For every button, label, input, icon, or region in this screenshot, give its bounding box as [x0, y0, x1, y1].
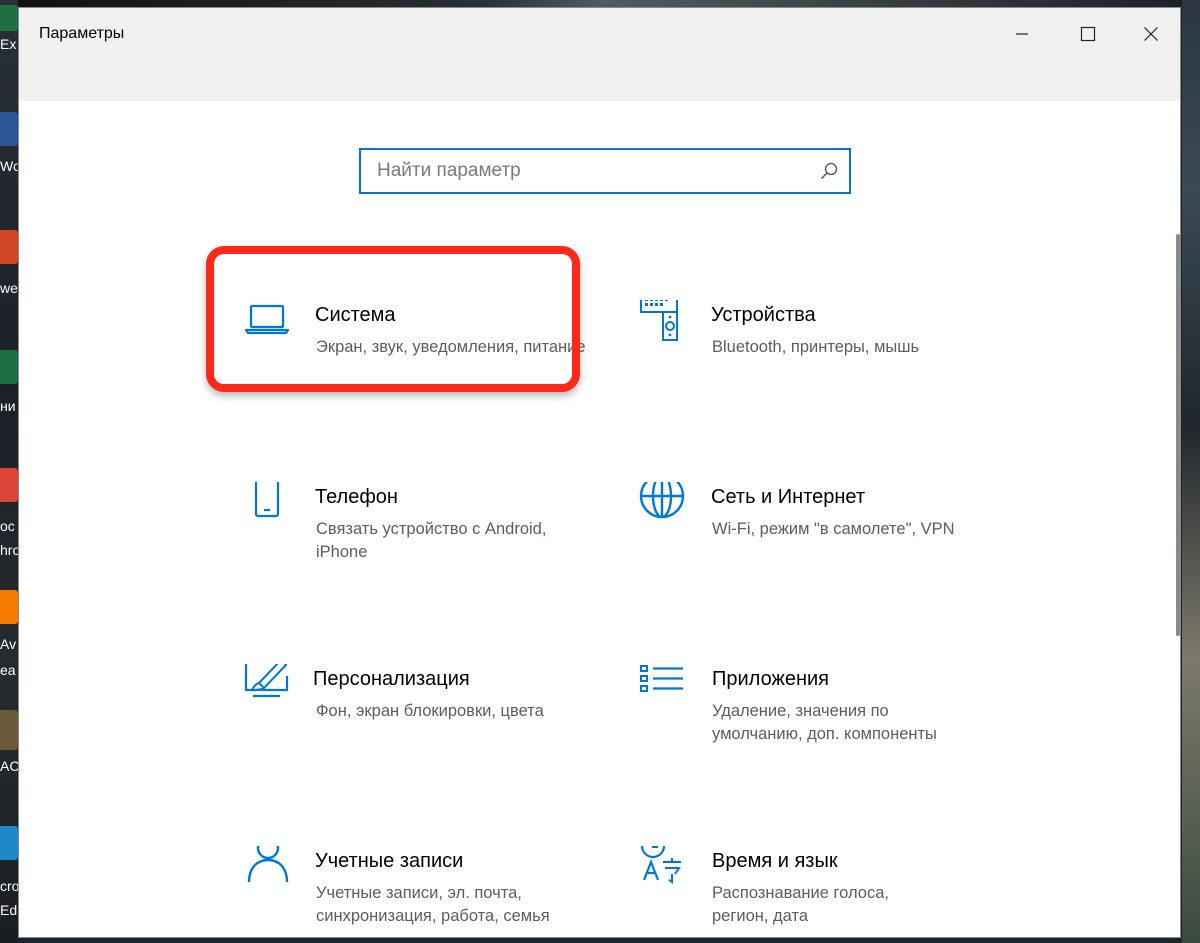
desktop-label: cro	[0, 878, 18, 894]
avast-shortcut-icon[interactable]	[0, 590, 18, 624]
personalization-icon	[244, 664, 289, 698]
window-title: Параметры	[39, 25, 125, 42]
desktop-label: Wo	[0, 158, 18, 174]
tile-title: Время и язык	[712, 850, 838, 872]
tile-title: Телефон	[315, 486, 398, 508]
maximize-icon	[1080, 26, 1096, 42]
user-icon	[247, 846, 289, 883]
tile-description: Фон, экран блокировки, цвета	[316, 702, 544, 720]
tile-apps[interactable]: Приложения Удаление, значения по умолчан…	[639, 664, 999, 774]
tile-description: Учетные записи, эл. почта, синхронизация…	[316, 884, 550, 925]
laptop-icon	[244, 304, 290, 335]
desktop-label: oc	[0, 518, 15, 534]
tile-description: Связать устройство с Android, iPhone	[316, 520, 547, 561]
chrome-shortcut-icon[interactable]	[0, 468, 18, 502]
tile-time-language[interactable]: Время и язык Распознавание голоса, регио…	[639, 846, 999, 943]
tile-title: Персонализация	[313, 668, 470, 690]
tile-description: Экран, звук, уведомления, питание	[316, 338, 586, 356]
excel-file-icon[interactable]	[0, 350, 18, 384]
close-button[interactable]	[1121, 8, 1181, 60]
powerpoint-shortcut-icon[interactable]	[0, 230, 18, 264]
time-language-icon	[640, 846, 681, 884]
desktop-label: ни	[0, 398, 16, 414]
desktop-label: Av	[0, 636, 17, 652]
tile-system[interactable]: Система Экран, звук, уведомления, питани…	[243, 300, 603, 410]
desktop-label: AC	[0, 758, 18, 774]
desktop-label: Ex	[0, 36, 17, 52]
desktop-icons-strip: Ex Wo we ни oc hro Av ea AC cro Ed	[0, 0, 18, 943]
scrollbar[interactable]	[1176, 234, 1180, 636]
apps-list-icon	[640, 665, 683, 692]
tile-title: Учетные записи	[315, 850, 464, 872]
excel-shortcut-icon[interactable]	[0, 5, 18, 31]
phone-icon	[254, 482, 280, 518]
maximize-button[interactable]	[1055, 8, 1121, 60]
tile-devices[interactable]: Устройства Bluetooth, принтеры, мышь	[639, 300, 999, 410]
tile-network[interactable]: Сеть и Интернет Wi-Fi, режим "в самолете…	[639, 482, 999, 592]
tile-title: Приложения	[712, 668, 830, 690]
desktop-label: Ed	[0, 902, 18, 918]
minimize-button[interactable]	[989, 8, 1055, 60]
tile-title: Устройства	[711, 304, 816, 326]
tile-description: Wi-Fi, режим "в самолете", VPN	[712, 520, 955, 538]
desktop-background-right	[1182, 0, 1200, 943]
tile-title: Система	[315, 304, 396, 326]
search-icon[interactable]	[819, 161, 839, 181]
search-box[interactable]	[359, 148, 851, 194]
title-bar[interactable]: Параметры	[19, 8, 1180, 101]
globe-icon	[639, 482, 685, 519]
tile-accounts[interactable]: Учетные записи Учетные записи, эл. почта…	[243, 846, 603, 943]
search-input[interactable]	[361, 150, 801, 192]
edge-shortcut-icon[interactable]	[0, 826, 18, 860]
app-shortcut-icon[interactable]	[0, 710, 18, 750]
desktop-label: ea	[0, 662, 16, 678]
tile-title: Сеть и Интернет	[711, 486, 866, 508]
desktop-label: we	[0, 280, 18, 296]
tile-description: Распознавание голоса, регион, дата	[712, 884, 889, 925]
settings-window: Параметры Найти параметр Система Экран, …	[18, 7, 1181, 938]
tile-description: Bluetooth, принтеры, мышь	[712, 338, 920, 356]
desktop-label: hro	[0, 542, 18, 558]
close-icon	[1144, 27, 1158, 41]
tile-description: Удаление, значения по умолчанию, доп. ко…	[712, 702, 937, 743]
minimize-icon	[1016, 33, 1028, 35]
devices-icon	[640, 300, 678, 341]
tile-personalization[interactable]: Персонализация Фон, экран блокировки, цв…	[243, 664, 603, 774]
tile-phone[interactable]: Телефон Связать устройство с Android, iP…	[243, 482, 603, 592]
word-shortcut-icon[interactable]	[0, 112, 18, 146]
